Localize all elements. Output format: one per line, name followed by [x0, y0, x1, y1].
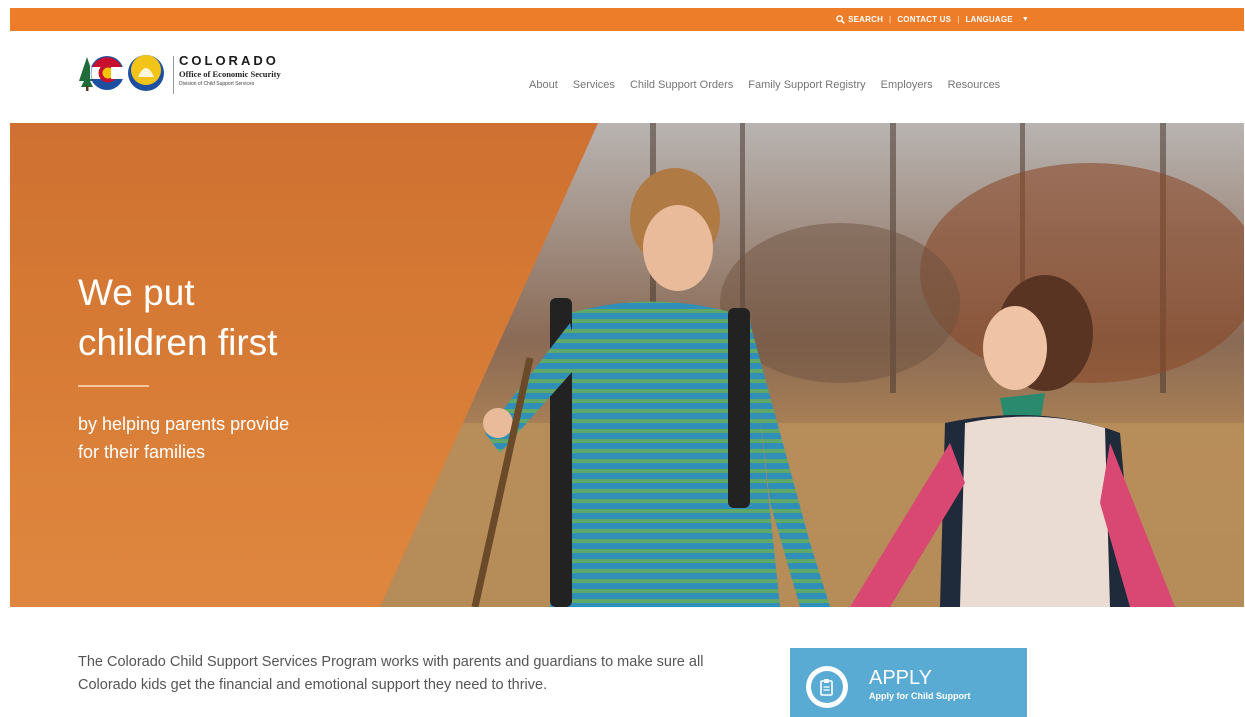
hero-divider — [78, 385, 149, 387]
nav-item-child-support-orders[interactable]: Child Support Orders — [630, 79, 733, 91]
chevron-down-icon: ▼ — [1021, 16, 1029, 23]
hero-headline: We put children first — [78, 272, 278, 363]
main-nav: About Services Child Support Orders Fami… — [529, 79, 1000, 91]
logo-text: COLORADO Office of Economic Security Div… — [179, 53, 281, 89]
search-link[interactable]: SEARCH — [836, 15, 883, 24]
language-selector[interactable]: LANGUAGE ▼ — [965, 15, 1029, 24]
logo-office-name: Office of Economic Security — [179, 69, 281, 79]
apply-button[interactable]: APPLY Apply for Child Support — [790, 648, 1027, 717]
hero-subheadline: by helping parents provide for their fam… — [78, 414, 290, 462]
logo-state-name: COLORADO — [179, 53, 279, 68]
colorado-logo-icon — [79, 55, 164, 91]
nav-item-resources[interactable]: Resources — [948, 79, 1001, 91]
site-header: COLORADO Office of Economic Security Div… — [0, 31, 1245, 123]
utility-bar: SEARCH | CONTACT US | LANGUAGE ▼ — [10, 8, 1244, 31]
hero-banner: We put children first by helping parents… — [10, 123, 1244, 607]
logo-division-name: Division of Child Support Services — [179, 81, 255, 87]
separator: | — [957, 15, 960, 24]
separator: | — [889, 15, 892, 24]
search-icon — [836, 15, 845, 24]
search-label: SEARCH — [848, 15, 884, 24]
nav-item-family-support-registry[interactable]: Family Support Registry — [748, 79, 865, 91]
utility-links: SEARCH | CONTACT US | LANGUAGE ▼ — [836, 8, 1029, 31]
apply-icon-circle — [806, 666, 848, 708]
contact-us-link[interactable]: CONTACT US — [897, 15, 951, 24]
logo-divider — [173, 56, 174, 94]
nav-item-about[interactable]: About — [529, 79, 558, 91]
language-label: LANGUAGE — [965, 15, 1013, 24]
apply-subtitle: Apply for Child Support — [869, 691, 971, 701]
nav-item-services[interactable]: Services — [573, 79, 615, 91]
site-logo[interactable]: COLORADO Office of Economic Security Div… — [78, 53, 328, 103]
nav-item-employers[interactable]: Employers — [881, 79, 933, 91]
application-icon — [820, 679, 833, 696]
program-intro-text: The Colorado Child Support Services Prog… — [78, 654, 704, 693]
apply-title: APPLY — [869, 667, 932, 689]
